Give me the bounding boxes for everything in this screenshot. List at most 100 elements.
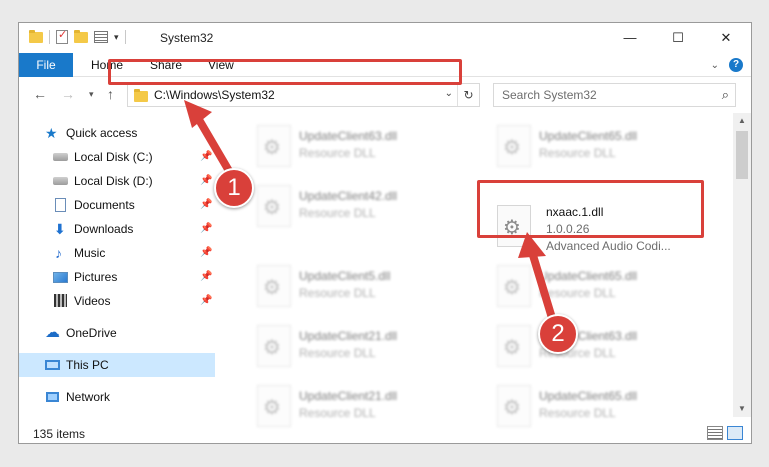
file-name: UpdateClient65.dll: [539, 129, 638, 143]
file-list: ⚙ UpdateClient63.dll Resource DLL ⚙ Upda…: [219, 113, 733, 427]
address-dropdown-chevron-icon[interactable]: ⌄: [445, 88, 453, 99]
sidebar-item-label: Local Disk (C:): [74, 150, 153, 164]
gear-icon: ⚙: [263, 197, 281, 219]
folder-icon: [134, 89, 148, 102]
pin-icon[interactable]: 📌: [200, 199, 212, 210]
gear-icon: ⚙: [503, 337, 521, 359]
up-arrow-icon[interactable]: ↑: [107, 86, 114, 102]
view-toggles: [707, 426, 743, 440]
scroll-down-arrow-icon[interactable]: ▼: [733, 401, 751, 417]
dll-file-icon: ⚙: [257, 125, 291, 167]
dll-file-icon: ⚙: [497, 325, 531, 367]
sidebar-item-label: Music: [74, 246, 106, 260]
details-view-icon[interactable]: [707, 426, 723, 440]
dll-file-icon: ⚙: [497, 125, 531, 167]
pin-icon[interactable]: 📌: [200, 175, 212, 186]
search-box[interactable]: ⌕: [493, 83, 736, 107]
sidebar-item-videos[interactable]: Videos 📌: [19, 289, 215, 313]
sidebar-item-pictures[interactable]: Pictures 📌: [19, 265, 215, 289]
scroll-thumb[interactable]: [736, 131, 748, 179]
quick-access-toolbar: ▾: [29, 28, 126, 44]
properties-icon[interactable]: [56, 28, 68, 44]
file-description: Resource DLL: [539, 406, 616, 420]
sidebar-item-quick-access[interactable]: ★ Quick access: [19, 121, 215, 145]
gear-icon: ⚙: [503, 277, 521, 299]
pin-icon[interactable]: 📌: [200, 151, 212, 162]
sidebar-item-downloads[interactable]: ⬇ Downloads 📌: [19, 217, 215, 241]
star-icon: ★: [45, 125, 58, 141]
sidebar-item-onedrive[interactable]: ☁ OneDrive: [19, 321, 215, 345]
file-highlight: [477, 180, 704, 238]
list-item[interactable]: ⚙ UpdateClient65.dll Resource DLL: [489, 259, 719, 317]
sidebar-item-local-disk-d[interactable]: Local Disk (D:) 📌: [19, 169, 215, 193]
drive-icon: [53, 153, 68, 161]
file-description: Resource DLL: [539, 286, 616, 300]
title-bar: ▾ System32 — ☐ ✕: [19, 23, 751, 53]
sidebar-item-label: Local Disk (D:): [74, 174, 153, 188]
toolbar-separator: [49, 30, 50, 44]
minimize-button[interactable]: —: [607, 23, 653, 53]
address-path[interactable]: C:\Windows\System32: [154, 88, 275, 102]
dll-file-icon: ⚙: [497, 265, 531, 307]
list-item[interactable]: ⚙ UpdateClient42.dll Resource DLL: [249, 179, 479, 237]
item-count: 135 items: [33, 427, 86, 441]
recent-locations-chevron-icon[interactable]: ▾: [89, 89, 94, 100]
pc-icon: [45, 360, 60, 370]
scroll-up-arrow-icon[interactable]: ▲: [733, 113, 751, 129]
documents-icon: [55, 198, 66, 212]
refresh-icon[interactable]: ↻: [457, 84, 479, 106]
customize-toolbar-chevron-icon[interactable]: ▾: [114, 32, 119, 43]
file-name: UpdateClient63.dll: [299, 129, 398, 143]
view-options-icon[interactable]: [94, 31, 108, 43]
sidebar-item-local-disk-c[interactable]: Local Disk (C:) 📌: [19, 145, 215, 169]
callout-badge-2: 2: [538, 314, 578, 354]
list-item[interactable]: ⚙ UpdateClient21.dll Resource DLL: [249, 319, 479, 377]
forward-arrow-icon[interactable]: →: [61, 86, 75, 102]
gear-icon: ⚙: [503, 397, 521, 419]
ribbon-controls: ⌄ ?: [711, 58, 743, 72]
sidebar-item-network[interactable]: Network: [19, 385, 215, 409]
drive-icon: [53, 177, 68, 185]
list-item[interactable]: ⚙ UpdateClient65.dll Resource DLL: [489, 119, 719, 177]
list-item[interactable]: ⚙ UpdateClient5.dll Resource DLL: [249, 259, 479, 317]
dll-file-icon: ⚙: [257, 325, 291, 367]
search-icon[interactable]: ⌕: [722, 87, 729, 103]
file-name: UpdateClient65.dll: [539, 389, 638, 403]
expand-ribbon-chevron-icon[interactable]: ⌄: [711, 60, 719, 71]
gear-icon: ⚙: [263, 137, 281, 159]
tab-file[interactable]: File: [19, 53, 73, 77]
gear-icon: ⚙: [263, 397, 281, 419]
help-icon[interactable]: ?: [729, 58, 743, 72]
file-description: Resource DLL: [299, 286, 376, 300]
search-input[interactable]: [502, 88, 702, 102]
dll-file-icon: ⚙: [257, 185, 291, 227]
pin-icon[interactable]: 📌: [200, 271, 212, 282]
sidebar-item-label: Pictures: [74, 270, 118, 284]
pin-icon[interactable]: 📌: [200, 295, 212, 306]
vertical-scrollbar[interactable]: ▲ ▼: [733, 113, 751, 417]
gear-icon: ⚙: [263, 337, 281, 359]
new-folder-icon[interactable]: [74, 29, 88, 43]
file-description: Advanced Audio Codi...: [546, 239, 671, 253]
file-description: Resource DLL: [299, 146, 376, 160]
gear-icon: ⚙: [503, 137, 521, 159]
pin-icon[interactable]: 📌: [200, 223, 212, 234]
sidebar-item-documents[interactable]: Documents 📌: [19, 193, 215, 217]
back-arrow-icon[interactable]: ←: [33, 86, 47, 102]
close-button[interactable]: ✕: [703, 23, 749, 53]
pin-icon[interactable]: 📌: [200, 247, 212, 258]
navigation-pane: ★ Quick access Local Disk (C:) 📌 Local D…: [19, 117, 215, 417]
list-item[interactable]: ⚙ UpdateClient63.dll Resource DLL: [489, 319, 719, 377]
file-name: UpdateClient21.dll: [299, 389, 398, 403]
gear-icon: ⚙: [263, 277, 281, 299]
maximize-button[interactable]: ☐: [655, 23, 701, 53]
address-bar[interactable]: C:\Windows\System32 ⌄ ↻: [127, 83, 480, 107]
sidebar-item-label: Quick access: [66, 126, 138, 140]
large-icons-view-icon[interactable]: [727, 426, 743, 440]
file-description: Resource DLL: [299, 206, 376, 220]
network-icon: [46, 392, 59, 402]
sidebar-item-this-pc[interactable]: This PC: [19, 353, 215, 377]
dll-file-icon: ⚙: [257, 265, 291, 307]
sidebar-item-music[interactable]: ♪ Music 📌: [19, 241, 215, 265]
list-item[interactable]: ⚙ UpdateClient63.dll Resource DLL: [249, 119, 479, 177]
